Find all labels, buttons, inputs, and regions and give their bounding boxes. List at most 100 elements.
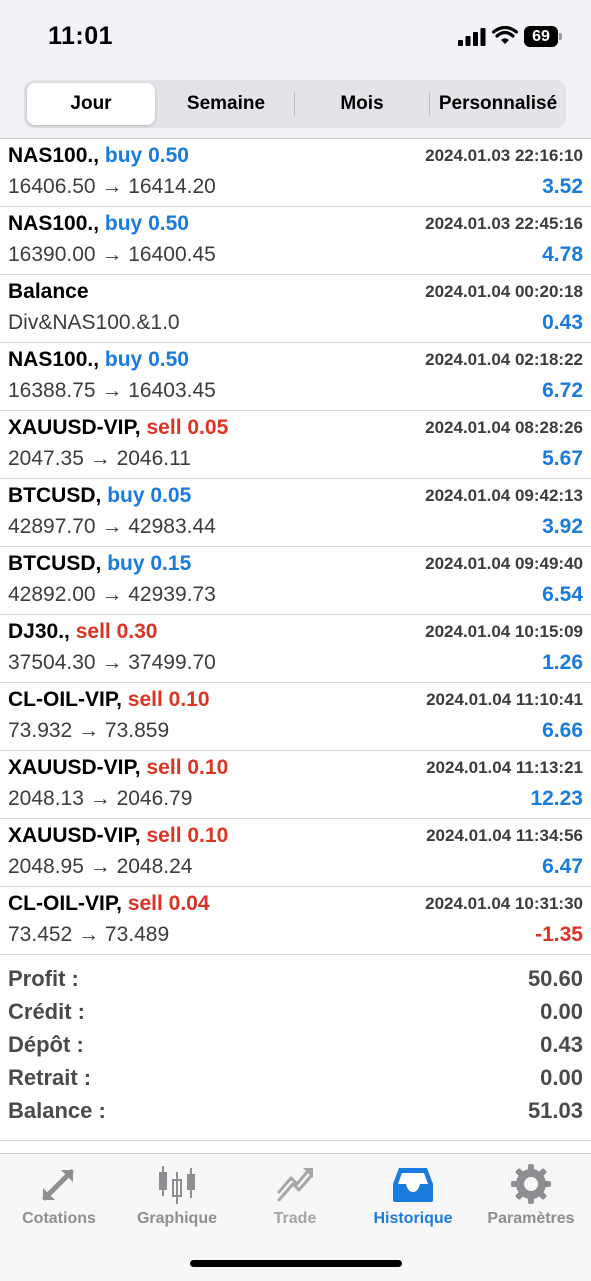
trade-type-lots: sell 0.10 [147, 824, 229, 847]
trade-datetime: 2024.01.04 10:15:09 [425, 622, 583, 641]
trade-symbol: CL-OIL-VIP, [8, 688, 122, 711]
trade-profit: -1.35 [535, 923, 583, 946]
segment-personnalise[interactable]: Personnalisé [430, 80, 566, 128]
history-row[interactable]: Balance 2024.01.04 00:20:18 Div&NAS100.&1.… [0, 275, 591, 343]
trade-type: buy [107, 484, 145, 507]
trade-symbol: NAS100., [8, 212, 100, 235]
trade-symbol-line: CL-OIL-VIP, sell 0.10 [8, 688, 210, 712]
trade-symbol: NAS100., [8, 144, 100, 167]
trade-lots: 0.10 [187, 824, 229, 847]
history-row[interactable]: NAS100., buy 0.50 2024.01.03 22:45:16 1639… [0, 207, 591, 275]
history-row[interactable]: XAUUSD-VIP, sell 0.10 2024.01.04 11:13:21… [0, 751, 591, 819]
trade-profit: 4.78 [542, 243, 583, 266]
trade-lots: 0.30 [116, 620, 158, 643]
trade-type: buy [107, 552, 145, 575]
trade-prices: 73.932 → 73.859 [8, 719, 170, 742]
summary-value: 0.00 [540, 999, 583, 1024]
trade-prices: 37504.30 → 37499.70 [8, 651, 216, 674]
trade-symbol: BTCUSD, [8, 484, 102, 507]
history-row[interactable]: CL-OIL-VIP, sell 0.10 2024.01.04 11:10:41… [0, 683, 591, 751]
trade-symbol-line: XAUUSD-VIP, sell 0.10 [8, 824, 228, 848]
history-row[interactable]: NAS100., buy 0.50 2024.01.03 22:16:10 1640… [0, 139, 591, 207]
history-row[interactable]: NAS100., buy 0.50 2024.01.04 02:18:22 1638… [0, 343, 591, 411]
wifi-icon [492, 26, 518, 44]
tab-label: Cotations [22, 1210, 96, 1227]
trade-type: buy [104, 212, 143, 235]
tab-label: Historique [373, 1210, 453, 1227]
trade-datetime: 2024.01.04 11:10:41 [426, 690, 583, 709]
history-row[interactable]: BTCUSD, buy 0.05 2024.01.04 09:42:13 42897… [0, 479, 591, 547]
segment-mois[interactable]: Mois [295, 80, 429, 128]
trade-symbol-line: XAUUSD-VIP, sell 0.10 [8, 756, 228, 780]
trade-type: sell [127, 688, 163, 711]
tab-graphique[interactable]: Graphique [118, 1162, 236, 1228]
trade-symbol-line: NAS100., buy 0.50 [8, 212, 189, 236]
trade-symbol: XAUUSD-VIP, [8, 824, 141, 847]
segment-jour[interactable]: Jour [27, 83, 155, 125]
trade-type: sell [75, 620, 111, 643]
trade-symbol: XAUUSD-VIP, [8, 756, 141, 779]
trade-datetime: 2024.01.04 11:34:56 [426, 826, 583, 845]
history-row[interactable]: XAUUSD-VIP, sell 0.10 2024.01.04 11:34:56… [0, 819, 591, 887]
trade-profit: 1.26 [542, 651, 583, 674]
trade-symbol-line: BTCUSD, buy 0.15 [8, 552, 191, 576]
trade-profit: 3.52 [542, 175, 583, 198]
history-row[interactable]: CL-OIL-VIP, sell 0.04 2024.01.04 10:31:30… [0, 887, 591, 955]
trade-type-lots: sell 0.30 [76, 620, 158, 643]
trade-prices: 73.452 → 73.489 [8, 923, 170, 946]
trade-lots: 0.10 [168, 688, 210, 711]
trade-symbol: CL-OIL-VIP, [8, 892, 122, 915]
trade-type: sell [146, 824, 182, 847]
summary-value: 0.43 [540, 1032, 583, 1057]
cellular-signal-icon [458, 28, 486, 46]
trade-lots: 0.10 [187, 756, 229, 779]
tab-label: Graphique [136, 1210, 217, 1227]
trade-datetime: 2024.01.04 02:18:22 [425, 350, 583, 369]
candlestick-chart-icon [159, 1166, 195, 1204]
trade-profit: 0.43 [542, 311, 583, 334]
trade-profit: 6.66 [542, 719, 583, 742]
trade-datetime: 2024.01.04 11:13:21 [426, 758, 583, 777]
trade-type: sell [146, 416, 182, 439]
trade-symbol-line: NAS100., buy 0.50 [8, 144, 189, 168]
segment-semaine[interactable]: Semaine [158, 80, 294, 128]
trade-prices: 42892.00 → 42939.73 [8, 583, 216, 606]
summary-label: Balance : [8, 1098, 106, 1123]
summary-value: 50.60 [527, 966, 583, 991]
trade-datetime: 2024.01.04 08:28:26 [425, 418, 583, 437]
trade-lots: 0.50 [148, 144, 189, 167]
tab-parametres[interactable]: Paramètres [472, 1162, 590, 1228]
summary-deposit-row: Dépôt : 0.43 [0, 1030, 591, 1063]
trade-type: buy [104, 144, 143, 167]
trade-datetime: 2024.01.03 22:16:10 [425, 146, 583, 165]
period-segment-bar: Jour Semaine Mois Personnalisé [0, 72, 591, 139]
trade-profit: 12.23 [530, 787, 583, 810]
history-summary: Profit : 50.60 Crédit : 0.00 Dépôt : 0.4… [0, 964, 591, 1141]
trade-type-lots: buy 0.15 [107, 552, 191, 575]
summary-label: Dépôt : [8, 1032, 84, 1057]
history-row[interactable]: BTCUSD, buy 0.15 2024.01.04 09:49:40 42892… [0, 547, 591, 615]
trade-symbol-line: CL-OIL-VIP, sell 0.04 [8, 892, 210, 916]
trade-symbol-line: XAUUSD-VIP, sell 0.05 [8, 416, 228, 440]
battery-indicator: 69 [524, 26, 562, 47]
trade-lots: 0.15 [150, 552, 192, 575]
trade-prices: 2048.95 → 2048.24 [8, 855, 193, 878]
history-inbox-icon [393, 1168, 433, 1202]
trade-datetime: 2024.01.04 10:31:30 [425, 894, 583, 913]
trade-type-lots: sell 0.04 [128, 892, 210, 915]
trade-lots: 0.05 [150, 484, 192, 507]
settings-gear-icon [511, 1164, 551, 1204]
history-row[interactable]: DJ30., sell 0.30 2024.01.04 10:15:09 37504… [0, 615, 591, 683]
trade-lots: 0.50 [148, 348, 189, 371]
trade-type: sell [127, 892, 163, 915]
trade-symbol-line: NAS100., buy 0.50 [8, 348, 189, 372]
trade-type-lots: buy 0.50 [105, 212, 189, 235]
trade-datetime: 2024.01.03 22:45:16 [425, 214, 583, 233]
history-row[interactable]: XAUUSD-VIP, sell 0.05 2024.01.04 08:28:26… [0, 411, 591, 479]
trade-profit: 6.47 [542, 855, 583, 878]
trade-prices: 16388.75 → 16403.45 [8, 379, 216, 402]
tab-cotations[interactable]: Cotations [0, 1162, 118, 1228]
home-indicator [190, 1260, 402, 1267]
tab-trade[interactable]: Trade [236, 1162, 354, 1228]
tab-historique[interactable]: Historique [354, 1162, 472, 1228]
